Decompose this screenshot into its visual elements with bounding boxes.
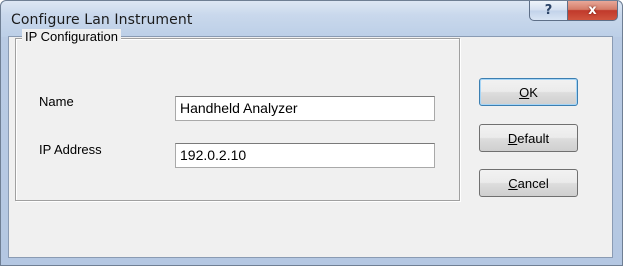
window-title: Configure Lan Instrument	[11, 12, 193, 28]
cancel-mnemonic: C	[508, 175, 518, 191]
default-label: efault	[517, 130, 550, 146]
ok-label: K	[529, 84, 538, 100]
help-button[interactable]: ?	[529, 1, 568, 21]
help-icon: ?	[544, 3, 553, 18]
close-icon: x	[588, 3, 597, 18]
ip-address-field[interactable]: 192.0.2.10	[175, 143, 435, 168]
name-label: Name	[39, 94, 74, 109]
ok-button[interactable]: OK	[479, 78, 578, 106]
ok-mnemonic: O	[519, 84, 530, 100]
ip-address-label: IP Address	[39, 142, 102, 157]
name-field[interactable]: Handheld Analyzer	[175, 96, 435, 121]
default-mnemonic: D	[507, 130, 518, 146]
cancel-button[interactable]: Cancel	[479, 169, 578, 197]
group-label: IP Configuration	[22, 29, 121, 44]
cancel-label: ancel	[517, 175, 549, 191]
close-button[interactable]: x	[568, 1, 618, 21]
default-button[interactable]: Default	[479, 124, 578, 152]
title-buttons: ? x	[529, 1, 618, 23]
